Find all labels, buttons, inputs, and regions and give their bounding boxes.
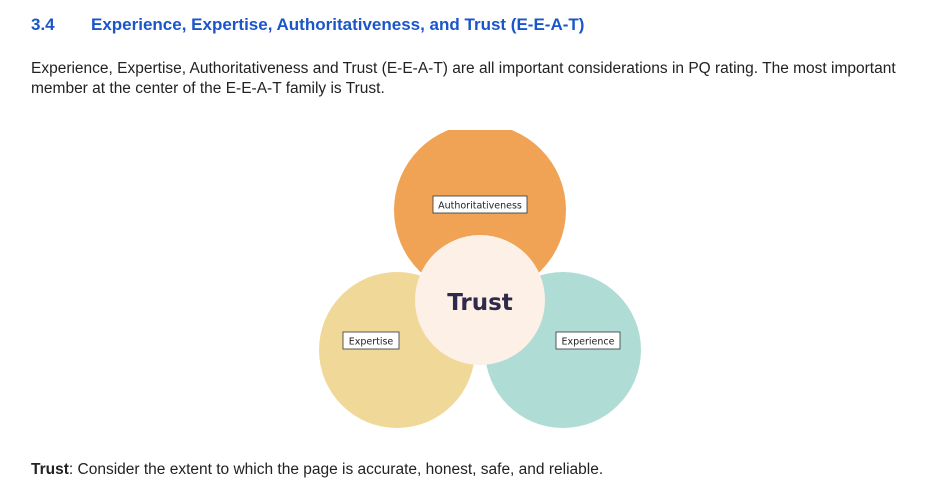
authoritativeness-label: Authoritativeness	[438, 201, 522, 212]
authoritativeness-label-box: Authoritativeness	[432, 195, 528, 214]
experience-label: Experience	[562, 337, 615, 348]
expertise-label-box: Expertise	[342, 331, 400, 350]
eeat-venn-diagram: Trust Authoritativeness Expertise Experi…	[300, 130, 660, 440]
trust-definition: Trust: Consider the extent to which the …	[31, 461, 603, 479]
trust-definition-text: : Consider the extent to which the page …	[68, 461, 604, 478]
trust-term: Trust	[31, 461, 69, 478]
section-number: 3.4	[31, 15, 55, 34]
section-heading: 3.4 Experience, Expertise, Authoritativen…	[31, 15, 584, 35]
trust-label: Trust	[447, 290, 513, 316]
section-title: Experience, Expertise, Authoritativeness…	[91, 15, 585, 34]
expertise-label: Expertise	[349, 337, 394, 348]
experience-label-box: Experience	[555, 331, 621, 350]
intro-paragraph: Experience, Expertise, Authoritativeness…	[31, 60, 896, 97]
